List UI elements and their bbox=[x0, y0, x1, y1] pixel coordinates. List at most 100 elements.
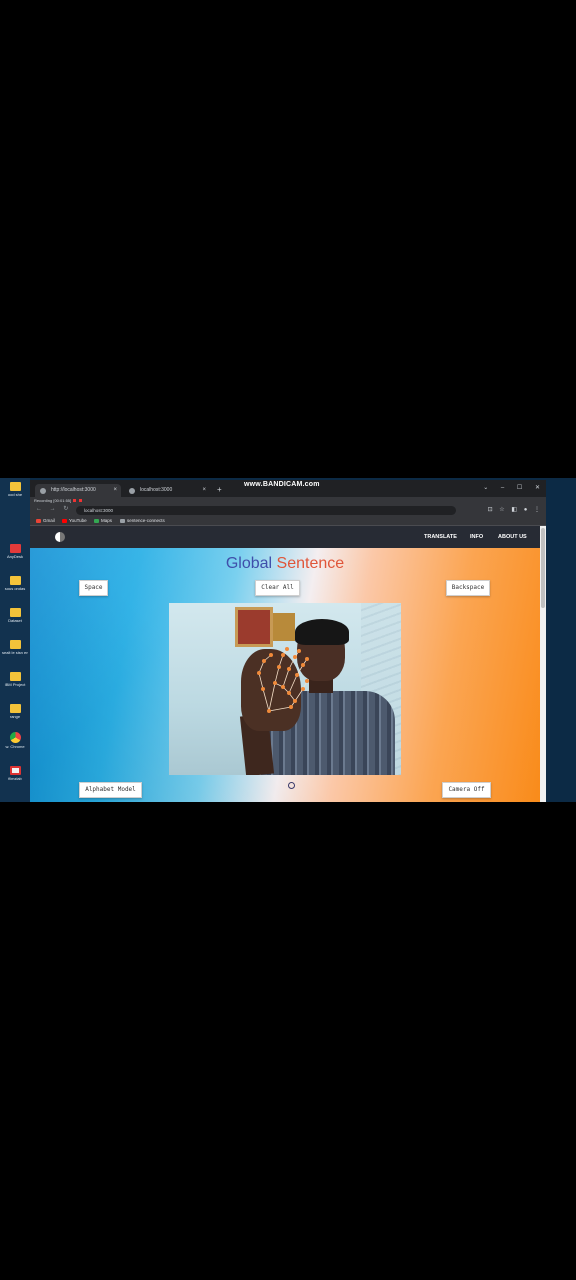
landmark-point bbox=[301, 687, 305, 691]
tab-localhost-2[interactable]: localhost:3000 × bbox=[124, 484, 210, 497]
new-tab-button[interactable]: + bbox=[217, 484, 222, 496]
landmark-point bbox=[277, 665, 281, 669]
close-tab-icon[interactable]: × bbox=[202, 484, 206, 497]
bookmark-icon bbox=[120, 518, 125, 523]
landmark-point bbox=[285, 647, 289, 651]
landmark-point bbox=[267, 709, 271, 713]
desktop-icon-column: ood she AnyDesk sous ondas Dataset sealt le … bbox=[0, 478, 30, 802]
translator-panel: Global Sentence Space Clear All Backspac… bbox=[30, 548, 540, 802]
desktop-icon-folder[interactable]: Dataset bbox=[2, 608, 28, 623]
desktop-icon-label: range bbox=[9, 714, 21, 719]
tab-strip: http://localhost:3000 × localhost:3000 ×… bbox=[30, 480, 546, 497]
landmark-point bbox=[281, 685, 285, 689]
landmark-point bbox=[262, 659, 266, 663]
minimize-button[interactable]: – bbox=[501, 485, 504, 491]
bookmark-label: Maps bbox=[101, 518, 113, 523]
page-scrollbar[interactable] bbox=[540, 526, 546, 802]
space-button[interactable]: Space bbox=[79, 580, 108, 596]
scrollbar-thumb[interactable] bbox=[541, 528, 545, 608]
desktop-icon-label: Dataset bbox=[8, 618, 22, 623]
desktop-icon-label: AnyDesk bbox=[6, 554, 23, 559]
camera-off-button[interactable]: Camera Off bbox=[442, 782, 491, 798]
landmark-point bbox=[273, 681, 277, 685]
backspace-button[interactable]: Backspace bbox=[446, 580, 490, 596]
nav-buttons: ← → ↻ bbox=[36, 505, 74, 512]
bookmark-item[interactable]: YouTube bbox=[62, 516, 87, 526]
desktop-icon-label: IBM Project bbox=[4, 682, 26, 687]
desktop-icon-app[interactable]: AnyDesk bbox=[2, 544, 28, 559]
stop-icon[interactable] bbox=[79, 499, 83, 502]
desktop-icon-folder[interactable]: sealt le sisn encoth ... bbox=[2, 640, 28, 655]
landmark-point bbox=[281, 653, 285, 657]
bookmark-icon bbox=[36, 518, 41, 523]
reload-button[interactable]: ↻ bbox=[63, 506, 68, 512]
landmark-link bbox=[282, 668, 290, 688]
desktop-icon-label: w. Chrome bbox=[5, 744, 25, 749]
globe-icon bbox=[40, 488, 46, 494]
landmark-point bbox=[287, 667, 291, 671]
maximize-button[interactable]: ☐ bbox=[517, 485, 522, 491]
landmark-point bbox=[297, 649, 301, 653]
alphabet-model-button[interactable]: Alphabet Model bbox=[79, 782, 142, 798]
bookmark-star-icon[interactable]: ☆ bbox=[499, 507, 504, 513]
landmark-point bbox=[305, 679, 309, 683]
menu-icon[interactable]: ⋮ bbox=[534, 507, 540, 513]
app-icon bbox=[9, 544, 21, 553]
tab-search-icon[interactable]: ⌄ bbox=[483, 485, 488, 491]
address-bar[interactable]: localhost:3000 bbox=[76, 506, 456, 515]
bookmark-item[interactable]: Gmail bbox=[36, 516, 55, 526]
landmark-point bbox=[257, 671, 261, 675]
close-tab-icon[interactable]: × bbox=[113, 484, 117, 497]
site-navbar: TRANSLATE INFO ABOUT US bbox=[30, 526, 540, 548]
tab-localhost-1[interactable]: http://localhost:3000 × bbox=[35, 484, 121, 497]
desktop-icon-chrome[interactable]: w. Chrome bbox=[2, 732, 28, 749]
desktop-icon-label: filmzlab bbox=[8, 776, 22, 781]
side-panel-icon[interactable]: ◧ bbox=[511, 507, 517, 513]
desktop-icon-folder[interactable]: sous ondas bbox=[2, 576, 28, 591]
landmark-point bbox=[295, 673, 299, 677]
landmark-link bbox=[258, 672, 264, 690]
clear-all-button[interactable]: Clear All bbox=[255, 580, 300, 596]
browser-toolbar: Recording [00:01:55] ← → ↻ localhost:300… bbox=[30, 497, 546, 516]
hand-landmarks-overlay bbox=[257, 647, 309, 713]
tab-title: localhost:3000 bbox=[140, 487, 173, 493]
landmark-link bbox=[274, 666, 280, 684]
chrome-icon bbox=[9, 732, 21, 743]
extension-icons: ⊡ ☆ ◧ ● ⋮ bbox=[483, 506, 540, 513]
landmark-point bbox=[289, 705, 293, 709]
landmark-link bbox=[268, 682, 276, 712]
desktop-icon-folder[interactable]: IBM Project bbox=[2, 672, 28, 687]
folder-icon bbox=[9, 576, 21, 585]
site-logo-icon[interactable] bbox=[55, 532, 65, 542]
record-icon[interactable] bbox=[73, 499, 77, 502]
bookmark-label: YouTube bbox=[69, 518, 87, 523]
screenshot-icon[interactable]: ⊡ bbox=[488, 507, 493, 513]
nav-link-info[interactable]: INFO bbox=[470, 526, 483, 548]
forward-button[interactable]: → bbox=[50, 506, 56, 512]
landmark-point bbox=[261, 687, 265, 691]
bookmark-icon bbox=[94, 518, 99, 523]
landmark-point bbox=[293, 699, 297, 703]
bookmarks-bar: Gmail YouTube Maps sentence-connects bbox=[30, 516, 546, 526]
bookmark-icon bbox=[62, 518, 67, 523]
nav-link-translate[interactable]: TRANSLATE bbox=[424, 526, 457, 548]
desktop-icon-appw[interactable]: filmzlab bbox=[2, 766, 28, 781]
close-window-button[interactable]: ✕ bbox=[535, 485, 540, 491]
landmark-link bbox=[288, 674, 298, 694]
back-button[interactable]: ← bbox=[36, 506, 42, 512]
desktop-icon-label: sealt le sisn encoth ... bbox=[2, 650, 28, 655]
bookmark-item[interactable]: Maps bbox=[94, 516, 112, 526]
bookmark-label: sentence-connects bbox=[127, 518, 165, 523]
nav-link-about-us[interactable]: ABOUT US bbox=[498, 526, 527, 548]
bookmark-item[interactable]: sentence-connects bbox=[120, 516, 165, 526]
bookmark-label: Gmail bbox=[43, 518, 55, 523]
recording-bar: Recording [00:01:55] bbox=[30, 497, 83, 505]
window-controls: ⌄ – ☐ ✕ bbox=[472, 484, 540, 491]
folder-icon bbox=[9, 704, 21, 713]
profile-avatar[interactable]: ● bbox=[524, 507, 528, 513]
landmark-link bbox=[268, 706, 292, 712]
globe-icon bbox=[129, 488, 135, 494]
desktop-icon-folder[interactable]: ood she bbox=[2, 482, 28, 497]
desktop-icon-folder[interactable]: range bbox=[2, 704, 28, 719]
landmark-point bbox=[301, 663, 305, 667]
